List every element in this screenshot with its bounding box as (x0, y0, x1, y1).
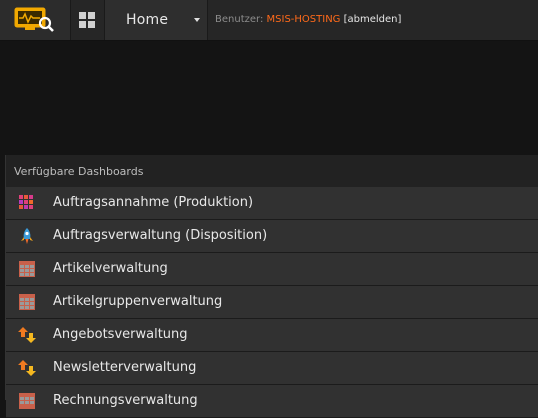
dashboard-item-auftragsannahme[interactable]: Auftragsannahme (Produktion) (6, 187, 538, 220)
panel-header: Verfügbare Dashboards (6, 155, 538, 187)
app-logo[interactable] (0, 0, 71, 40)
monitor-search-icon (14, 7, 54, 32)
dashboard-grid-button[interactable] (71, 0, 105, 40)
dashboard-item-newsletterverwaltung[interactable]: Newsletterverwaltung (6, 352, 538, 385)
dashboard-item-label: Auftragsannahme (Produktion) (53, 195, 254, 210)
rocket-icon (21, 228, 33, 244)
home-dropdown-label: Home (126, 12, 169, 28)
dashboard-item-angebotsverwaltung[interactable]: Angebotsverwaltung (6, 319, 538, 352)
dashboard-item-label: Angebotsverwaltung (53, 327, 188, 342)
dashboard-item-label: Auftragsverwaltung (Disposition) (53, 228, 268, 243)
dashboard-item-label: Artikelverwaltung (53, 261, 168, 276)
dashboard-item-rechnungsverwaltung[interactable]: Rechnungsverwaltung (6, 385, 538, 418)
swap-arrows-icon (18, 327, 36, 343)
dashboard-item-label: Rechnungsverwaltung (53, 393, 198, 408)
chevron-down-icon (194, 18, 200, 22)
username: MSIS-HOSTING (266, 14, 341, 25)
dashboard-item-label: Newsletterverwaltung (53, 360, 197, 375)
table-icon (19, 294, 35, 310)
dashboard-item-artikelverwaltung[interactable]: Artikelverwaltung (6, 253, 538, 286)
dashboard-item-auftragsverwaltung[interactable]: Auftragsverwaltung (Disposition) (6, 220, 538, 253)
color-grid-icon (19, 195, 33, 209)
dashboard-item-artikelgruppenverwaltung[interactable]: Artikelgruppenverwaltung (6, 286, 538, 319)
panel-title: Verfügbare Dashboards (14, 165, 144, 178)
logout-link[interactable]: [abmelden] (344, 14, 402, 25)
user-label: Benutzer: (215, 14, 264, 25)
table-icon (19, 393, 35, 409)
dashboard-list: Auftragsannahme (Produktion) Auftragsver… (6, 187, 538, 418)
dashboards-panel: Verfügbare Dashboards Auftragsannahme (P… (5, 155, 538, 418)
swap-arrows-icon (18, 360, 36, 376)
user-info: Benutzer: MSIS-HOSTING [abmelden] (215, 14, 401, 25)
home-dropdown[interactable]: Home (105, 0, 208, 40)
dashboard-item-label: Artikelgruppenverwaltung (53, 294, 223, 309)
table-icon (19, 261, 35, 277)
grid-icon (79, 12, 95, 28)
top-bar: Home Benutzer: MSIS-HOSTING [abmelden] (0, 0, 538, 41)
